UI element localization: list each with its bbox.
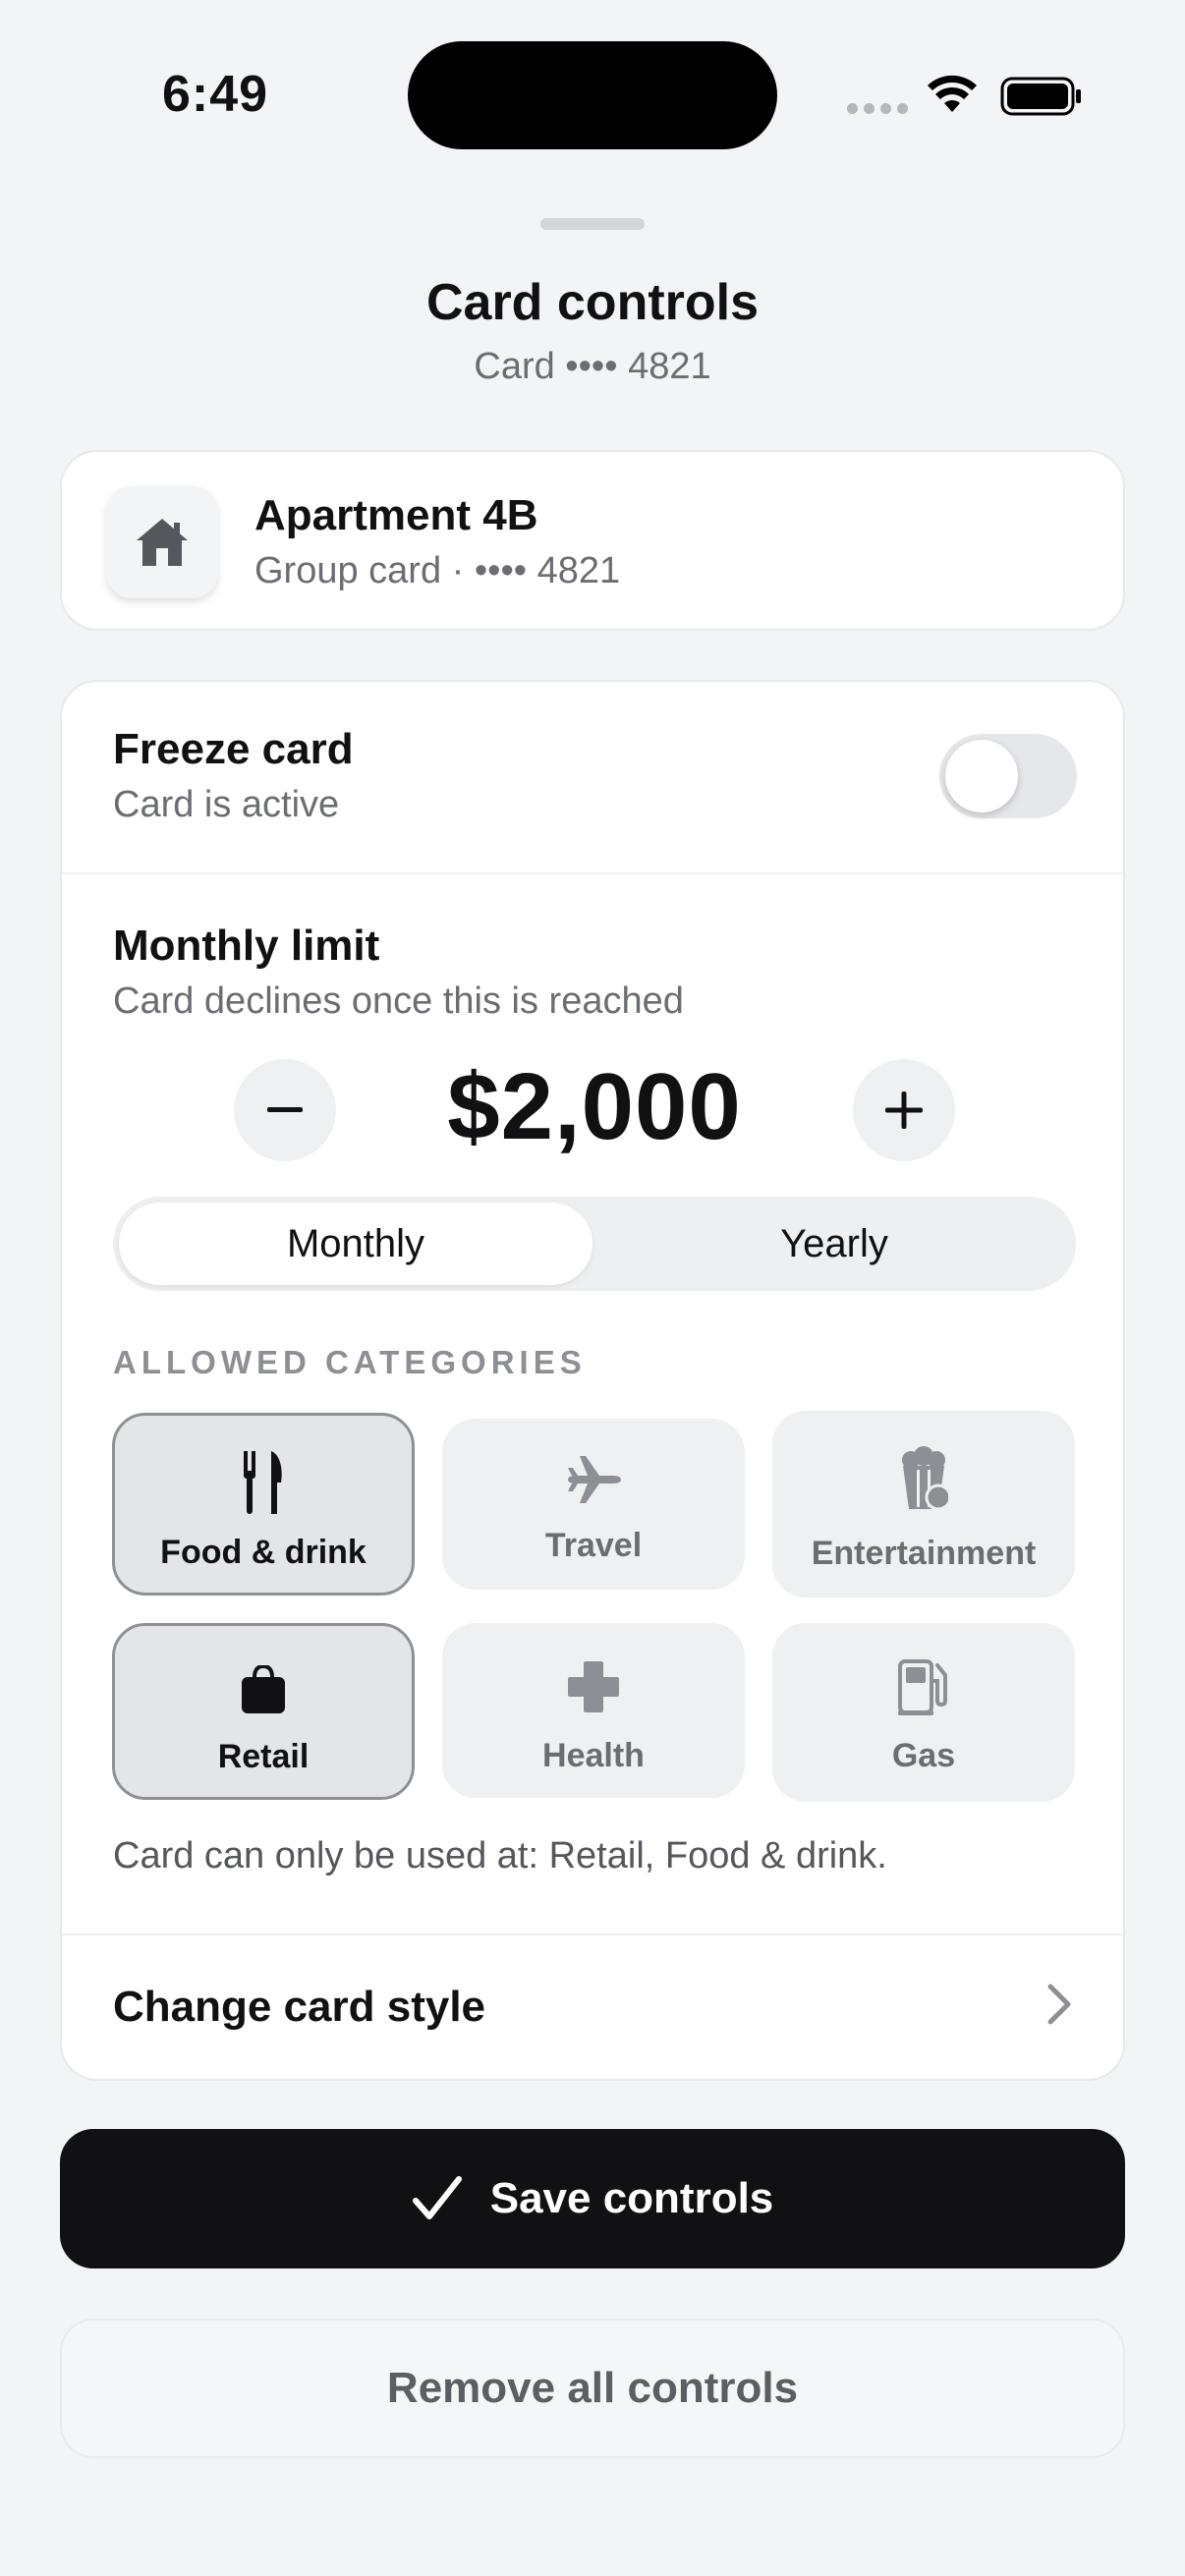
change-card-style-label: Change card style: [113, 1983, 486, 2031]
category-gas[interactable]: Gas: [772, 1623, 1075, 1802]
category-retail[interactable]: Retail: [112, 1623, 415, 1800]
remove-all-controls-button[interactable]: Remove all controls: [60, 2319, 1125, 2458]
category-health[interactable]: Health: [442, 1623, 745, 1798]
limit-amount: $2,000: [447, 1054, 742, 1159]
toggle-knob: [945, 740, 1018, 812]
cross-icon: [566, 1658, 621, 1715]
category-label: Food & drink: [160, 1534, 367, 1571]
account-meta: Group card · •••• 4821: [254, 550, 621, 591]
sheet-grabber[interactable]: [540, 218, 645, 230]
dynamic-island: [408, 41, 777, 149]
fork-knife-icon: [242, 1451, 285, 1514]
checkmark-icon: [412, 2176, 462, 2219]
segment-yearly[interactable]: Yearly: [598, 1203, 1070, 1285]
chevron-right-icon: [1047, 1984, 1071, 2025]
limit-title: Monthly limit: [113, 922, 380, 970]
category-label: Gas: [891, 1737, 956, 1774]
fuel-pump-icon: [896, 1656, 951, 1717]
categories-label: ALLOWED CATEGORIES: [113, 1344, 587, 1380]
shopping-bag-icon: [240, 1663, 287, 1716]
usage-note: Card can only be used at: Retail, Food &…: [113, 1835, 887, 1876]
status-bar: 6:49: [0, 0, 1185, 187]
airplane-icon: [564, 1450, 623, 1509]
save-controls-label: Save controls: [489, 2174, 774, 2222]
category-label: Travel: [544, 1527, 643, 1564]
category-travel[interactable]: Travel: [442, 1419, 745, 1590]
change-card-style-row[interactable]: Change card style: [62, 1933, 1123, 2081]
segment-monthly[interactable]: Monthly: [119, 1203, 592, 1285]
sheet-subtitle: Card •••• 4821: [474, 346, 711, 387]
controls-card: Freeze card Card is active Monthly limit…: [60, 680, 1125, 2081]
freeze-status: Card is active: [113, 784, 340, 825]
freeze-title: Freeze card: [113, 725, 354, 773]
status-time: 6:49: [162, 66, 269, 123]
account-card: Apartment 4B Group card · •••• 4821: [60, 450, 1125, 631]
category-label: Retail: [217, 1738, 310, 1775]
save-controls-button[interactable]: Save controls: [60, 2129, 1125, 2268]
category-label: Health: [542, 1737, 645, 1774]
category-label: Entertainment: [811, 1535, 1037, 1572]
limit-description: Card declines once this is reached: [113, 980, 684, 1022]
category-entertainment[interactable]: Entertainment: [772, 1411, 1075, 1597]
category-food-drink[interactable]: Food & drink: [112, 1413, 415, 1596]
account-avatar: [106, 486, 218, 598]
sheet-title: Card controls: [425, 274, 760, 331]
decrease-limit-button[interactable]: [234, 1059, 336, 1161]
signal-icon: [847, 103, 908, 114]
plus-icon: [885, 1092, 923, 1129]
minus-icon: [267, 1107, 303, 1112]
period-selector: Monthly Yearly: [113, 1197, 1076, 1291]
increase-limit-button[interactable]: [853, 1059, 955, 1161]
house-icon: [137, 519, 188, 566]
freeze-toggle[interactable]: [939, 734, 1077, 818]
freeze-row: Freeze card Card is active: [62, 682, 1123, 874]
remove-all-controls-label: Remove all controls: [386, 2364, 799, 2412]
account-name: Apartment 4B: [254, 491, 538, 539]
wifi-icon: [928, 75, 977, 112]
battery-icon: [1000, 77, 1081, 116]
popcorn-icon: [899, 1444, 948, 1513]
